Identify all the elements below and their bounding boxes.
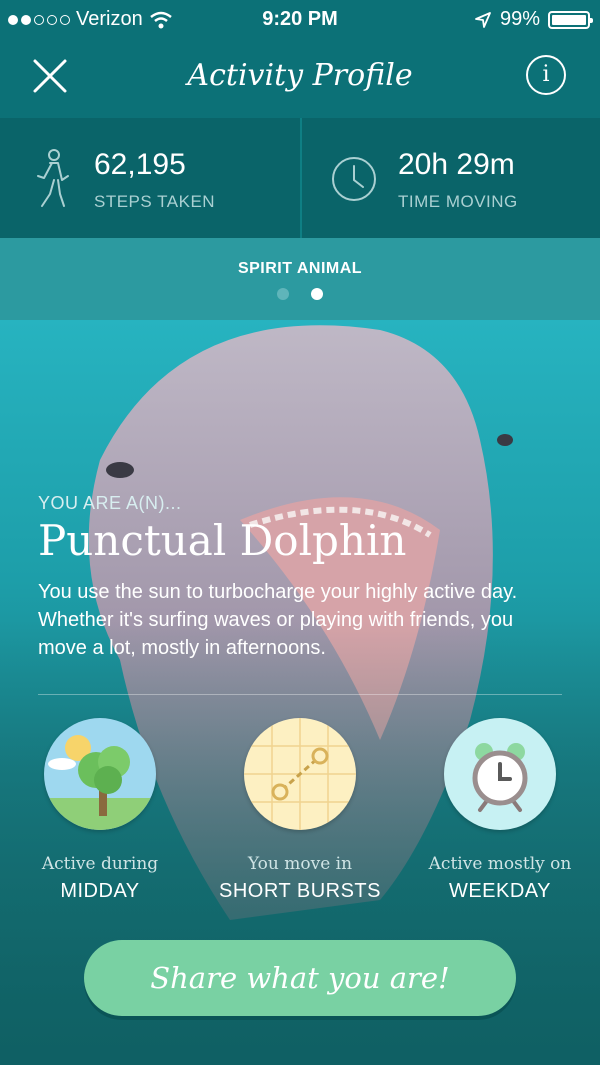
badge-caption: Active during [41,854,159,874]
share-button[interactable]: Share what you are! [84,940,516,1016]
badge-value: SHORT BURSTS [219,880,381,902]
location-arrow-icon [475,11,491,28]
you-are-prefix: YOU ARE A(N)... [38,493,182,513]
map-route-icon [244,718,356,830]
steps-stat: 62,195 STEPS TAKEN [0,118,300,238]
alarm-clock-icon [444,718,556,830]
page-title: Activity Profile [187,58,413,93]
badge-caption: Active mostly on [428,854,572,874]
divider [38,694,562,695]
steps-value: 62,195 [94,148,186,181]
page-dot-1[interactable] [277,288,289,300]
stats-row: 62,195 STEPS TAKEN 20h 29m TIME MOVING [0,118,600,238]
badge-weekday: Active mostly on WEEKDAY [400,718,600,903]
battery-icon [548,10,593,29]
spirit-animal-label: SPIRIT ANIMAL [237,260,363,277]
status-bar: Verizon 9:20 PM 99% [0,0,600,40]
badge-caption: You move in [247,854,353,874]
spirit-animal-header: SPIRIT ANIMAL [0,238,600,320]
spirit-animal-name: Punctual Dolphin [38,516,407,565]
time-moving-stat: 20h 29m TIME MOVING [300,118,600,238]
steps-label: STEPS TAKEN [94,192,216,211]
walking-person-icon [37,149,69,207]
time-moving-label: TIME MOVING [398,192,518,211]
tree-sun-icon [44,718,156,830]
badge-value: WEEKDAY [448,880,552,902]
page-indicator[interactable] [0,288,600,300]
badge-value: MIDDAY [60,880,140,902]
badge-midday: Active during MIDDAY [0,718,200,903]
battery-percent: 99% [499,8,540,30]
spirit-animal-card: YOU ARE A(N)... Punctual Dolphin You use… [0,320,600,1065]
page-dot-2[interactable] [311,288,323,300]
spirit-animal-description: You use the sun to turbocharge your high… [38,581,518,659]
info-icon[interactable]: i [526,55,566,95]
nav-bar: Activity Profile i [0,40,600,118]
status-right: 99% [474,8,593,31]
badge-short-bursts: You move in SHORT BURSTS [200,718,400,903]
time-moving-value: 20h 29m [398,148,515,181]
clock-icon [332,157,376,201]
